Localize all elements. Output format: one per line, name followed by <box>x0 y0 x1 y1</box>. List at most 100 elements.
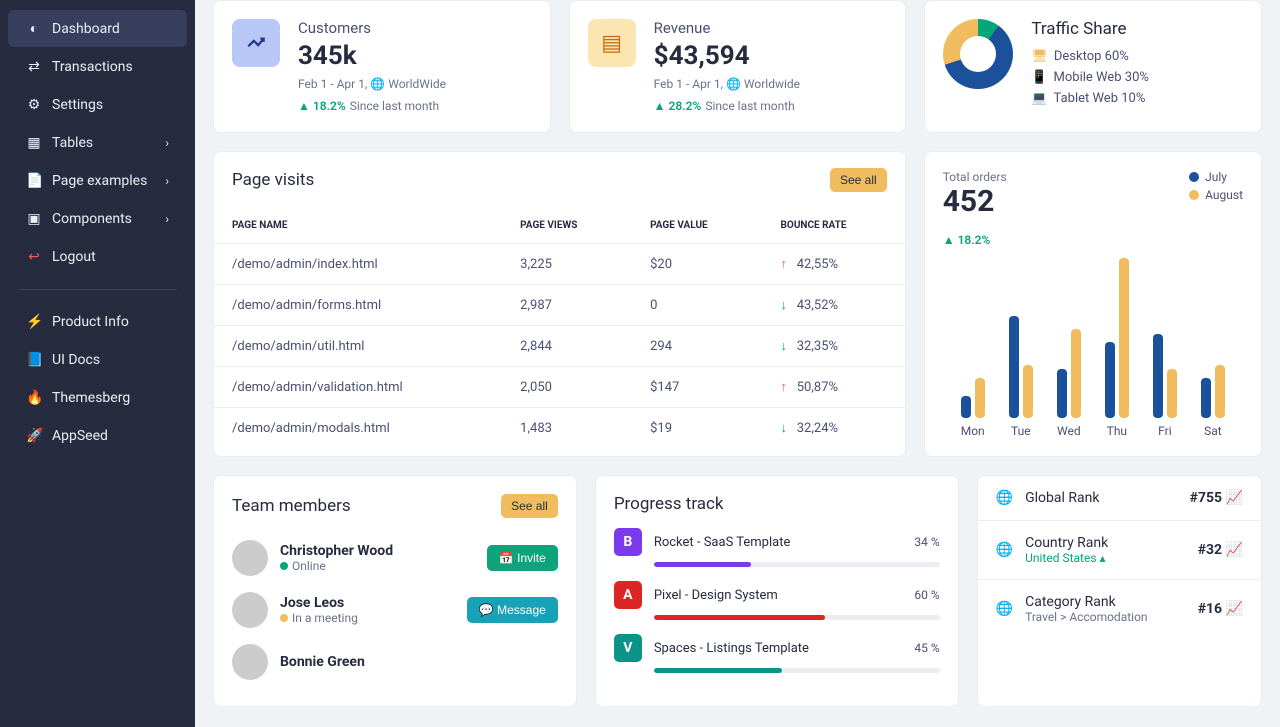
bounce-rate: ↓ 43,52% <box>763 285 905 326</box>
bar <box>1105 342 1115 418</box>
revenue-range: Feb 1 - Apr 1, 🌐 Worldwide <box>654 77 800 91</box>
avatar <box>232 592 268 628</box>
avatar <box>232 540 268 576</box>
message-button[interactable]: 💬 Message <box>467 597 558 623</box>
member-status: In a meeting <box>280 611 358 625</box>
customers-value: 345k <box>298 41 446 71</box>
revenue-title: Revenue <box>654 19 800 37</box>
sidebar-item-transactions[interactable]: ⇄Transactions <box>8 49 187 85</box>
nav-icon: ▦ <box>26 135 42 151</box>
nav-label: Page examples <box>52 173 147 189</box>
bar-group: Fri <box>1153 334 1177 438</box>
rank-value: #32 📈 <box>1198 542 1243 558</box>
main-content: Customers 345k Feb 1 - Apr 1, 🌐 WorldWid… <box>195 0 1280 727</box>
th: PAGE VALUE <box>632 208 762 244</box>
sidebar-item-settings[interactable]: ⚙Settings <box>8 87 187 123</box>
total-orders-card: July August Total orders 452 ▲ 18.2% Mon… <box>924 151 1262 457</box>
project-badge-icon: A <box>614 581 642 609</box>
team-member: Jose LeosIn a meeting💬 Message <box>232 584 558 636</box>
table-row[interactable]: /demo/admin/validation.html2,050$147↑ 50… <box>214 367 905 408</box>
nav-label: AppSeed <box>52 428 108 444</box>
traffic-mobile: 📱Mobile Web 30% <box>1031 70 1149 85</box>
bounce-rate: ↑ 50,87% <box>763 367 905 408</box>
rank-icon: 🌐 <box>996 542 1013 558</box>
progress-item: BRocket - SaaS Template34 % <box>614 528 940 567</box>
bounce-rate: ↑ 42,55% <box>763 244 905 285</box>
team-member: Bonnie Green <box>232 636 558 688</box>
page-name: /demo/admin/validation.html <box>214 367 502 408</box>
sidebar-item-tables[interactable]: ▦Tables› <box>8 125 187 161</box>
th: PAGE NAME <box>214 208 502 244</box>
sidebar-item-dashboard[interactable]: ◐Dashboard <box>8 10 187 47</box>
project-badge-icon: V <box>614 634 642 662</box>
chevron-right-icon: › <box>165 212 169 226</box>
traffic-donut <box>943 19 1013 89</box>
bar-group: Mon <box>961 378 985 438</box>
sidebar-item-product-info[interactable]: ⚡Product Info <box>8 304 187 340</box>
bounce-rate: ↓ 32,24% <box>763 408 905 449</box>
sidebar-item-logout[interactable]: ↩Logout <box>8 239 187 275</box>
table-row[interactable]: /demo/admin/forms.html2,9870↓ 43,52% <box>214 285 905 326</box>
bar <box>961 396 971 418</box>
bar <box>1215 365 1225 418</box>
revenue-value: $43,594 <box>654 41 800 71</box>
sidebar-item-themesberg[interactable]: 🔥Themesberg <box>8 380 187 416</box>
page-views: 2,844 <box>502 326 632 367</box>
bar <box>1057 369 1067 418</box>
page-views: 2,987 <box>502 285 632 326</box>
progress-title: Progress track <box>614 494 724 514</box>
table-row[interactable]: /demo/admin/util.html2,844294↓ 32,35% <box>214 326 905 367</box>
customers-card: Customers 345k Feb 1 - Apr 1, 🌐 WorldWid… <box>213 0 551 133</box>
rank-label: Country Rank <box>1025 535 1108 551</box>
bar-label: Mon <box>961 424 985 438</box>
nav-label: Transactions <box>52 59 133 75</box>
rank-label: Global Rank <box>1025 490 1099 506</box>
customers-delta: ▲ 18.2%Since last month <box>298 99 439 113</box>
sidebar-item-components[interactable]: ▣Components› <box>8 201 187 237</box>
sidebar-item-appseed[interactable]: 🚀 AppSeed <box>8 418 187 454</box>
see-all-button[interactable]: See all <box>830 168 887 192</box>
traffic-tablet: 💻Tablet Web 10% <box>1031 91 1149 106</box>
traffic-desktop: 🖥Desktop 60% <box>1031 49 1149 64</box>
rank-icon: 🌐 <box>996 490 1013 506</box>
rank-row[interactable]: 🌐Country RankUnited States ▴#32 📈 <box>978 521 1261 580</box>
chevron-right-icon: › <box>165 136 169 150</box>
nav-icon: 📘 <box>26 352 42 368</box>
sidebar: ◐Dashboard⇄Transactions⚙Settings▦Tables›… <box>0 0 195 727</box>
bar-label: Thu <box>1105 424 1129 438</box>
page-views: 3,225 <box>502 244 632 285</box>
progress-item: APixel - Design System60 % <box>614 581 940 620</box>
table-row[interactable]: /demo/admin/modals.html1,483$19↓ 32,24% <box>214 408 905 449</box>
team-see-all-button[interactable]: See all <box>501 494 558 518</box>
team-title: Team members <box>232 496 351 516</box>
invite-button[interactable]: 📅 Invite <box>487 545 558 571</box>
bar-label: Tue <box>1009 424 1033 438</box>
visits-title: Page visits <box>232 170 314 190</box>
cash-register-icon: ▤ <box>588 19 636 67</box>
progress-bar <box>654 562 940 567</box>
project-name: Pixel - Design System <box>654 588 903 603</box>
nav-icon: 🚀 <box>26 428 42 444</box>
sidebar-item-page-examples[interactable]: 📄Page examples› <box>8 163 187 199</box>
rank-row[interactable]: 🌐Category RankTravel > Accomodation#16 📈 <box>978 580 1261 638</box>
legend-july: July <box>1189 170 1243 184</box>
nav-label: Dashboard <box>52 21 120 37</box>
nav-label: UI Docs <box>52 352 100 368</box>
progress-track-card: Progress track BRocket - SaaS Template34… <box>595 475 959 707</box>
table-row[interactable]: /demo/admin/index.html3,225$20↑ 42,55% <box>214 244 905 285</box>
nav-label: Product Info <box>52 314 129 330</box>
bar <box>1071 329 1081 418</box>
page-value: 0 <box>632 285 762 326</box>
orders-barchart: MonTueWedThuFriSat <box>943 268 1243 438</box>
traffic-card: Traffic Share 🖥Desktop 60% 📱Mobile Web 3… <box>924 0 1262 133</box>
sidebar-item-ui-docs[interactable]: 📘 UI Docs <box>8 342 187 378</box>
project-badge-icon: B <box>614 528 642 556</box>
bar <box>1167 369 1177 418</box>
bar <box>1153 334 1163 418</box>
project-pct: 34 % <box>914 535 939 549</box>
orders-delta: ▲ 18.2% <box>943 233 991 247</box>
page-value: $19 <box>632 408 762 449</box>
rank-row[interactable]: 🌐Global Rank#755 📈 <box>978 476 1261 521</box>
rank-card: 🌐Global Rank#755 📈🌐Country RankUnited St… <box>977 475 1262 707</box>
member-name: Christopher Wood <box>280 543 393 559</box>
